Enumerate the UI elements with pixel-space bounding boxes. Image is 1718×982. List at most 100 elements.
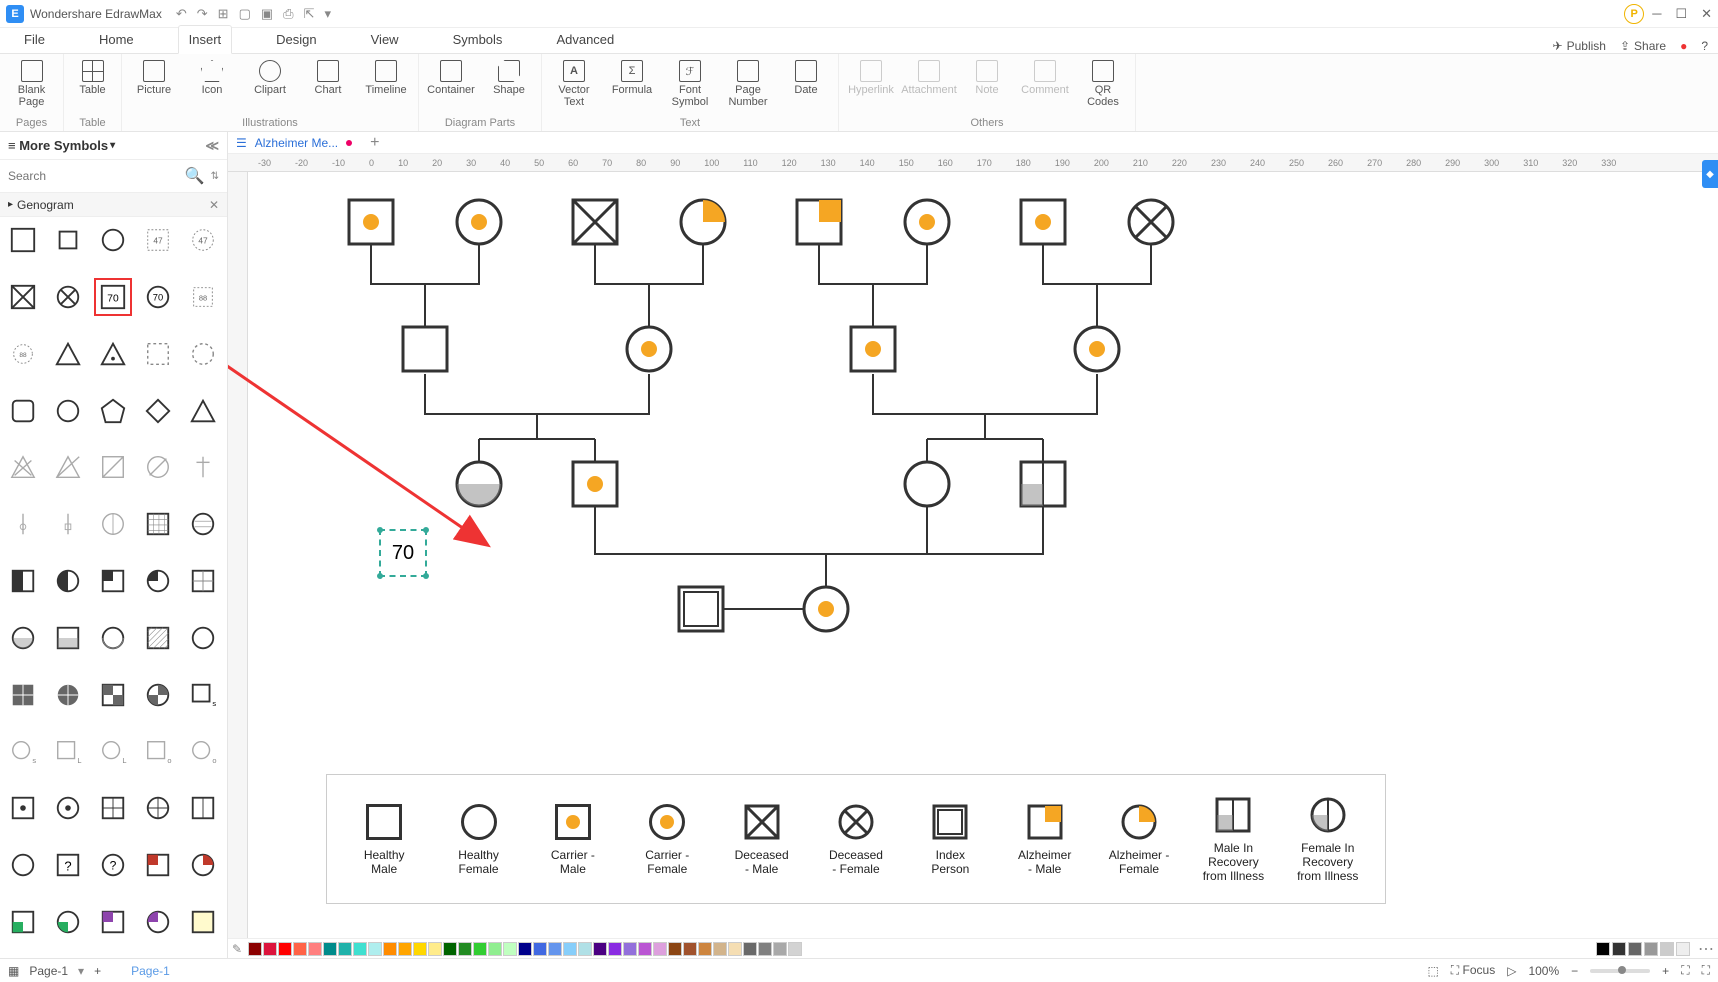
sym-sq-l[interactable]: L — [49, 733, 87, 771]
color-bar[interactable]: ✎ ⋯ — [228, 938, 1718, 958]
sym-sq-dot[interactable] — [4, 789, 42, 827]
icon-button[interactable]: Icon — [186, 58, 238, 96]
sym-sq-hatch2[interactable] — [139, 619, 177, 657]
sym-ci-b[interactable] — [49, 392, 87, 430]
open-icon[interactable]: ▢ — [239, 6, 251, 22]
tab-design[interactable]: Design — [266, 26, 326, 53]
sym-ci-4[interactable] — [139, 789, 177, 827]
add-page-icon[interactable]: + — [94, 964, 101, 978]
sym-r6b[interactable] — [49, 505, 87, 543]
sym-sq47[interactable]: 47 — [139, 221, 177, 259]
close-section-icon[interactable]: ✕ — [209, 198, 219, 212]
sym-sq-grid[interactable] — [4, 676, 42, 714]
sym-sq-slash[interactable] — [94, 448, 132, 486]
qat-more-icon[interactable]: ▾ — [324, 6, 331, 22]
color-swatch[interactable] — [503, 942, 517, 956]
color-swatch[interactable] — [638, 942, 652, 956]
color-swatch[interactable] — [548, 942, 562, 956]
attachment-button[interactable]: Attachment — [903, 58, 955, 96]
sym-ci-red[interactable] — [184, 846, 222, 884]
tab-view[interactable]: View — [361, 26, 409, 53]
sym-q-ci[interactable] — [139, 562, 177, 600]
dropped-shape[interactable]: 70 — [379, 529, 427, 577]
color-swatch[interactable] — [788, 942, 802, 956]
focus-button[interactable]: ⛶ Focus — [1451, 963, 1495, 978]
color-swatch[interactable] — [458, 942, 472, 956]
font-symbol-button[interactable]: ℱFont Symbol — [664, 58, 716, 108]
maximize-icon[interactable]: ☐ — [1675, 6, 1687, 22]
sym-ci47[interactable]: 47 — [184, 221, 222, 259]
sym-ci-half2[interactable] — [94, 619, 132, 657]
qr-button[interactable]: QR Codes — [1077, 58, 1129, 108]
print-icon[interactable]: ⎙ — [283, 6, 293, 22]
add-tab-icon[interactable]: + — [370, 134, 379, 152]
search-input[interactable] — [8, 169, 179, 183]
color-swatch[interactable] — [698, 942, 712, 956]
document-tab[interactable]: Alzheimer Me... — [255, 136, 338, 150]
help-icon[interactable]: ? — [1701, 39, 1708, 53]
color-swatch[interactable] — [563, 942, 577, 956]
sym-ci-o[interactable]: o — [184, 733, 222, 771]
play-icon[interactable]: ▷ — [1507, 964, 1516, 978]
redo-icon[interactable]: ↷ — [197, 6, 208, 22]
sym-ci70[interactable]: 70 — [139, 278, 177, 316]
zoom-out-button[interactable]: − — [1571, 964, 1578, 978]
sym-ci-l[interactable]: L — [94, 733, 132, 771]
sym-sq-round[interactable] — [4, 392, 42, 430]
chart-button[interactable]: Chart — [302, 58, 354, 96]
sym-sq-red[interactable] — [139, 846, 177, 884]
color-swatch[interactable] — [533, 942, 547, 956]
fit-page-icon[interactable]: ⛶ — [1681, 963, 1689, 978]
shape-button[interactable]: Shape — [483, 58, 535, 96]
color-swatch[interactable] — [338, 942, 352, 956]
sym-ci-pur[interactable] — [139, 903, 177, 941]
sym-tri-line[interactable] — [49, 448, 87, 486]
vector-text-button[interactable]: AVector Text — [548, 58, 600, 108]
color-swatch[interactable] — [758, 942, 772, 956]
color-swatch[interactable] — [713, 942, 727, 956]
color-swatch[interactable] — [728, 942, 742, 956]
sym-diamond[interactable] — [139, 392, 177, 430]
color-swatch[interactable] — [473, 942, 487, 956]
sym-sq-q2[interactable] — [94, 676, 132, 714]
sym-ci-dot[interactable] — [49, 789, 87, 827]
sym-sq-q[interactable]: ? — [49, 846, 87, 884]
sym-hatch-ci[interactable] — [184, 505, 222, 543]
color-swatch[interactable] — [518, 942, 532, 956]
tab-insert[interactable]: Insert — [178, 25, 233, 54]
sym-square[interactable] — [4, 221, 42, 259]
sym-sq-yel[interactable] — [184, 903, 222, 941]
sym-sq-pur[interactable] — [94, 903, 132, 941]
genogram-diagram[interactable] — [266, 174, 1466, 774]
sym-cross[interactable] — [184, 448, 222, 486]
sym-hatch-sq[interactable] — [139, 505, 177, 543]
color-swatch[interactable] — [683, 942, 697, 956]
page-number-button[interactable]: Page Number — [722, 58, 774, 108]
share-button[interactable]: ⇪ Share — [1620, 39, 1666, 53]
sym-ci88[interactable]: 88 — [4, 335, 42, 373]
color-swatch[interactable] — [773, 942, 787, 956]
sym-r6a[interactable] — [4, 505, 42, 543]
table-button[interactable]: Table — [67, 58, 119, 96]
sym-sq-dash[interactable] — [139, 335, 177, 373]
color-swatch[interactable] — [413, 942, 427, 956]
eyedropper-icon[interactable]: ✎ — [232, 942, 242, 956]
formula-button[interactable]: ΣFormula — [606, 58, 658, 96]
sym-sq70[interactable]: 70 — [94, 278, 132, 316]
color-swatch[interactable] — [623, 942, 637, 956]
sym-tri2[interactable] — [94, 335, 132, 373]
right-panel-toggle[interactable]: ◆ — [1702, 160, 1718, 188]
sym-triangle[interactable] — [184, 392, 222, 430]
notification-icon[interactable]: ● — [1680, 39, 1687, 53]
sym-circle[interactable] — [94, 221, 132, 259]
sym-half-ci-b[interactable] — [4, 619, 42, 657]
sym-ci-x[interactable] — [49, 278, 87, 316]
sym-sq88[interactable]: 88 — [184, 278, 222, 316]
sym-ci-dash[interactable] — [184, 335, 222, 373]
color-swatch[interactable] — [383, 942, 397, 956]
sym-sq-s[interactable]: s — [184, 676, 222, 714]
color-swatch[interactable] — [263, 942, 277, 956]
color-swatch[interactable] — [608, 942, 622, 956]
blank-page-button[interactable]: Blank Page — [6, 58, 58, 108]
fullscreen-icon[interactable]: ⛶ — [1702, 963, 1710, 978]
